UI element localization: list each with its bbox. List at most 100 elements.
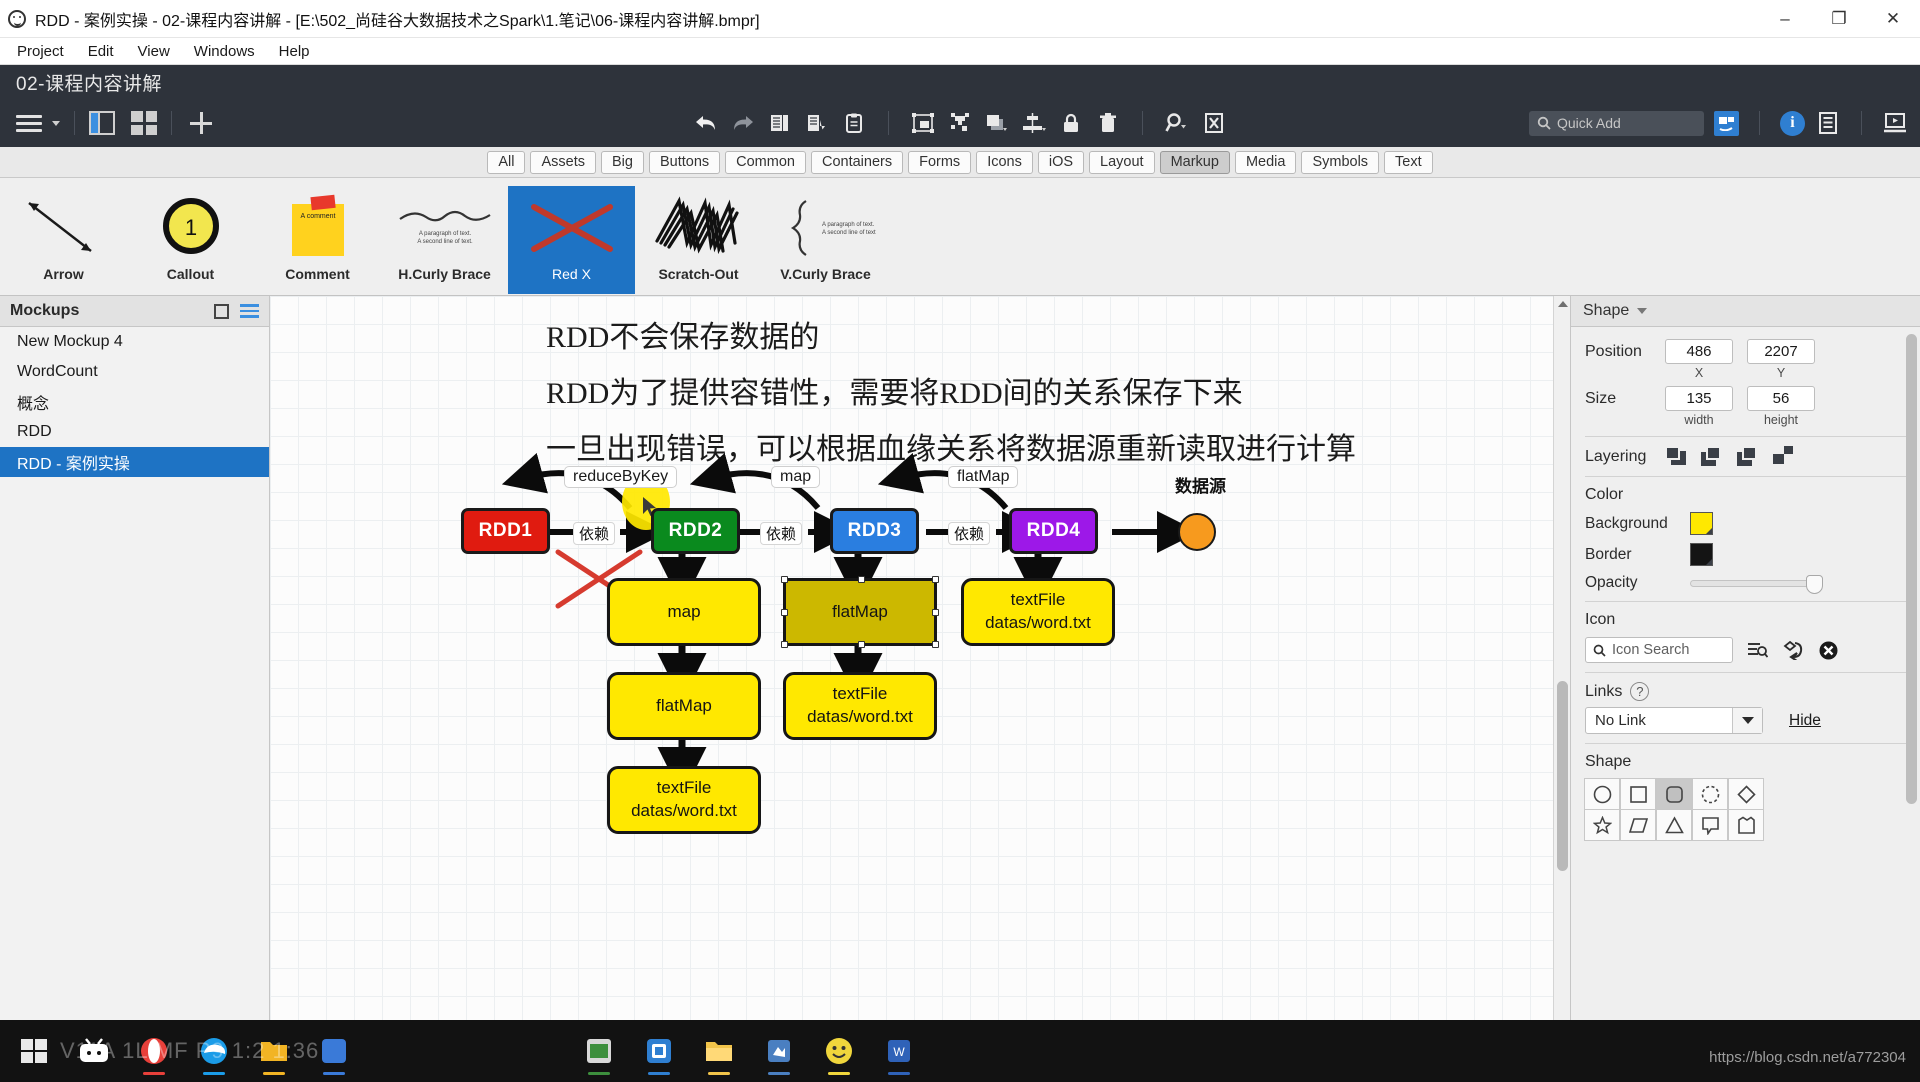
panel-toggle-icon[interactable] [89, 111, 115, 135]
link-select[interactable]: No Link [1585, 707, 1763, 734]
shape-order-icon[interactable] [984, 110, 1010, 136]
operation-label-reducebykey[interactable]: reduceByKey [564, 466, 678, 488]
properties-scroll-thumb[interactable] [1906, 334, 1917, 804]
shape-option-speech-bubble[interactable] [1692, 809, 1728, 841]
tab-text[interactable]: Text [1384, 150, 1433, 174]
paste-icon[interactable] [841, 110, 867, 136]
maximize-button[interactable]: ❐ [1812, 0, 1866, 38]
quick-add-input[interactable]: Quick Add [1529, 110, 1704, 136]
help-icon[interactable]: ? [1630, 682, 1650, 701]
resize-handle-s[interactable] [858, 641, 865, 648]
stencil-callout[interactable]: 1 Callout [127, 186, 254, 294]
dependency-label-1[interactable]: 依赖 [573, 522, 616, 545]
icon-search-input[interactable]: Icon Search [1585, 637, 1733, 663]
icon-list-search-icon[interactable] [1747, 641, 1768, 660]
box-map-c1[interactable]: map [607, 578, 761, 646]
tab-assets[interactable]: Assets [530, 150, 596, 174]
dependency-label-3[interactable]: 依赖 [948, 522, 991, 545]
group-icon[interactable] [910, 110, 936, 136]
shape-option-circle[interactable] [1584, 778, 1620, 810]
ungroup-icon[interactable] [947, 110, 973, 136]
taskbar-app-emoji[interactable] [811, 1024, 867, 1078]
add-new-icon[interactable] [186, 108, 216, 138]
mockup-item-rdd-case[interactable]: RDD - 案例实操 [0, 447, 269, 477]
stencil-red-x[interactable]: Red X [508, 186, 635, 294]
box-textfile-c1[interactable]: textFile datas/word.txt [607, 766, 761, 834]
bring-to-front-icon[interactable] [1665, 446, 1688, 467]
chevron-down-icon[interactable] [1637, 308, 1648, 314]
chevron-down-icon[interactable] [52, 120, 60, 126]
tab-all[interactable]: All [487, 150, 526, 174]
tab-media[interactable]: Media [1234, 150, 1297, 174]
fit-to-screen-icon[interactable] [1201, 110, 1227, 136]
minimize-button[interactable]: – [1758, 0, 1812, 38]
tab-containers[interactable]: Containers [810, 150, 904, 174]
zoom-icon[interactable] [1164, 110, 1190, 136]
shape-option-star[interactable] [1584, 809, 1620, 841]
tab-layout[interactable]: Layout [1089, 150, 1155, 174]
operation-label-flatmap[interactable]: flatMap [948, 466, 1019, 488]
windows-start-button[interactable] [6, 1024, 62, 1078]
tab-icons[interactable]: Icons [976, 150, 1033, 174]
position-x-input[interactable]: 486 [1665, 339, 1733, 364]
tab-symbols[interactable]: Symbols [1301, 150, 1380, 174]
resize-handle-sw[interactable] [781, 641, 788, 648]
mockup-item-rdd[interactable]: RDD [0, 417, 269, 447]
resize-handle-ne[interactable] [932, 576, 939, 583]
hamburger-menu-icon[interactable] [12, 108, 46, 138]
shape-option-dashed-circle[interactable] [1692, 778, 1728, 810]
mockup-item-wordcount[interactable]: WordCount [0, 357, 269, 387]
resize-handle-n[interactable] [858, 576, 865, 583]
hide-link[interactable]: Hide [1789, 712, 1821, 730]
stencil-arrow[interactable]: Arrow [0, 186, 127, 294]
redo-icon[interactable] [730, 110, 756, 136]
stencil-scratch-out[interactable]: Scratch-Out [635, 186, 762, 294]
resize-handle-w[interactable] [781, 609, 788, 616]
menu-project[interactable]: Project [8, 41, 73, 62]
resize-handle-nw[interactable] [781, 576, 788, 583]
chevron-down-icon[interactable] [1732, 708, 1762, 733]
canvas-viewport[interactable]: RDD不会保存数据的 RDD为了提供容错性，需要将RDD间的关系保存下来 一旦出… [270, 296, 1553, 1035]
opacity-slider[interactable] [1690, 574, 1823, 594]
stencil-comment[interactable]: A comment Comment [254, 186, 381, 294]
node-rdd2[interactable]: RDD2 [651, 508, 740, 554]
box-textfile-c2[interactable]: textFile datas/word.txt [783, 672, 937, 740]
shape-option-diamond[interactable] [1728, 778, 1764, 810]
duplicate-icon[interactable] [767, 110, 793, 136]
taskbar-app-9[interactable] [751, 1024, 807, 1078]
menu-windows[interactable]: Windows [185, 41, 264, 62]
vertical-scroll-thumb[interactable] [1557, 681, 1568, 871]
operation-label-map[interactable]: map [771, 466, 821, 488]
taskbar-app-video-editor[interactable] [571, 1024, 627, 1078]
new-mockup-icon[interactable] [214, 303, 229, 319]
delete-icon[interactable] [1095, 110, 1121, 136]
grid-view-icon[interactable] [131, 111, 157, 135]
undo-icon[interactable] [693, 110, 719, 136]
size-height-input[interactable]: 56 [1747, 386, 1815, 411]
tab-common[interactable]: Common [725, 150, 806, 174]
tab-buttons[interactable]: Buttons [648, 150, 721, 174]
close-button[interactable]: ✕ [1866, 0, 1920, 38]
presentation-icon[interactable] [1714, 110, 1739, 136]
stencil-v-curly-brace[interactable]: A paragraph of text. A second line of te… [762, 186, 889, 294]
play-icon[interactable] [1882, 110, 1908, 136]
tab-forms[interactable]: Forms [908, 150, 972, 174]
taskbar-app-wps[interactable]: W [871, 1024, 927, 1078]
shape-option-parallelogram[interactable] [1620, 809, 1656, 841]
menu-edit[interactable]: Edit [79, 41, 123, 62]
dependency-label-2[interactable]: 依赖 [760, 522, 803, 545]
taskbar-app-chrome[interactable] [631, 1024, 687, 1078]
node-rdd1[interactable]: RDD1 [461, 508, 550, 554]
scroll-up-arrow-icon[interactable] [1558, 301, 1568, 307]
tab-ios[interactable]: iOS [1037, 150, 1085, 174]
box-flatmap-c1[interactable]: flatMap [607, 672, 761, 740]
resize-handle-e[interactable] [932, 609, 939, 616]
node-rdd4[interactable]: RDD4 [1009, 508, 1098, 554]
opacity-slider-knob[interactable] [1806, 574, 1823, 594]
list-options-icon[interactable] [240, 304, 259, 318]
mockup-item-new-mockup-4[interactable]: New Mockup 4 [0, 327, 269, 357]
mockup-item-concept[interactable]: 概念 [0, 387, 269, 417]
background-color-swatch[interactable] [1690, 512, 1713, 535]
box-flatmap-c2-selected[interactable]: flatMap [781, 576, 939, 648]
info-icon[interactable]: i [1780, 110, 1805, 136]
